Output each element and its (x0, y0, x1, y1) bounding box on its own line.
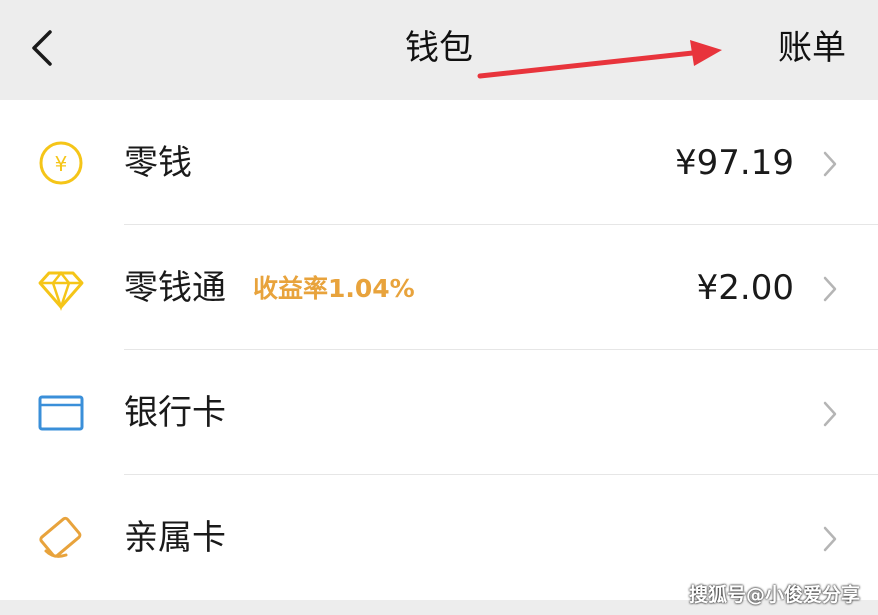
list-item-bank-card[interactable]: 银行卡 (0, 350, 878, 475)
balance-label: 零钱 (124, 143, 192, 183)
bill-link[interactable]: 账单 (778, 20, 846, 76)
diamond-icon (38, 270, 84, 311)
chevron-right-icon (823, 526, 837, 552)
chevron-right-icon (823, 276, 837, 302)
nav-bar: 钱包 账单 (0, 0, 878, 100)
list-item-lqt[interactable]: 零钱通 收益率1.04% ¥2.00 (0, 225, 878, 350)
watermark: 搜狐号@小俊爱分享 (688, 584, 860, 606)
yen-coin-icon: ¥ (39, 141, 83, 185)
bank-card-label: 银行卡 (124, 393, 226, 433)
chevron-right-icon (823, 401, 837, 427)
balance-amount: ¥97.19 (675, 143, 794, 183)
wallet-page: 钱包 账单 ¥ 零钱 ¥97.19 零钱通 收益率1.04% ¥2.00 银行卡… (0, 0, 878, 615)
list-item-balance[interactable]: ¥ 零钱 ¥97.19 (0, 100, 878, 225)
yield-rate: 收益率1.04% (253, 274, 415, 303)
family-card-label: 亲属卡 (124, 518, 226, 558)
page-title: 钱包 (405, 28, 473, 68)
lqt-amount: ¥2.00 (696, 268, 794, 308)
chevron-right-icon (823, 151, 837, 177)
chevron-left-icon (32, 30, 52, 66)
back-button[interactable] (22, 22, 66, 74)
svg-text:¥: ¥ (55, 152, 68, 176)
wallet-list: ¥ 零钱 ¥97.19 零钱通 收益率1.04% ¥2.00 银行卡 亲属卡 (0, 100, 878, 600)
bank-card-icon (38, 395, 84, 431)
family-card-icon (39, 516, 82, 558)
lqt-label: 零钱通 (124, 268, 226, 308)
